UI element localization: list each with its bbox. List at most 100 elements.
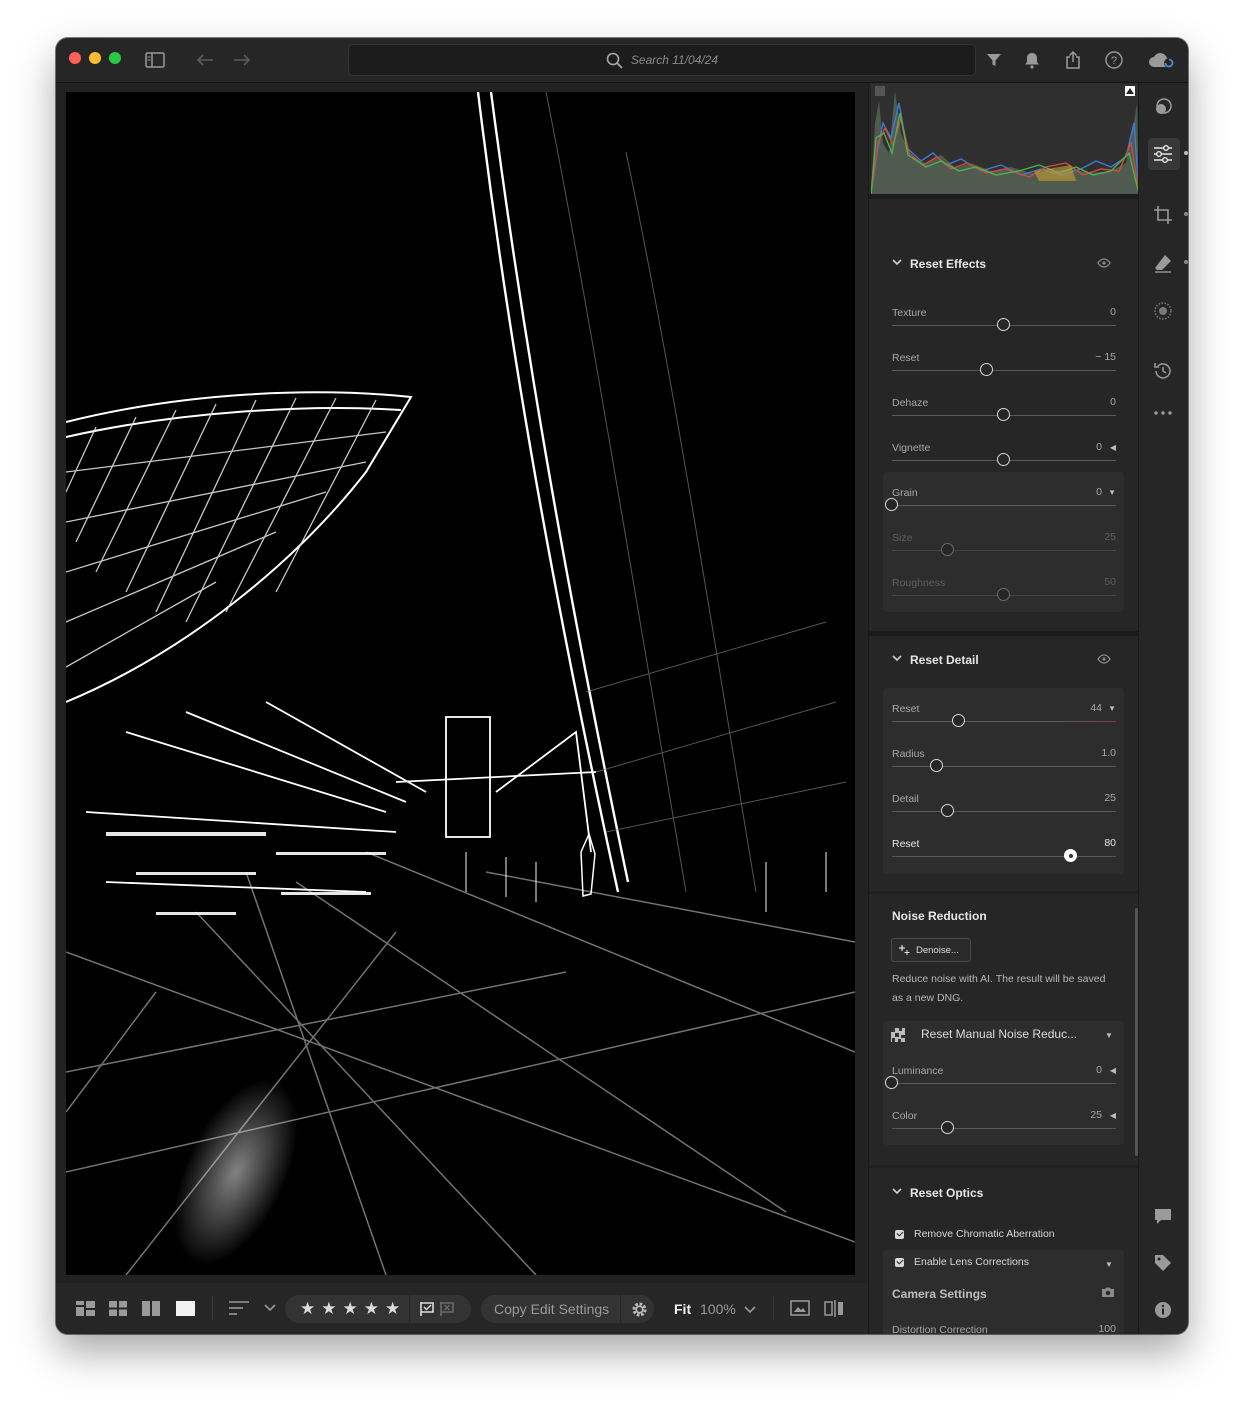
photo-canvas[interactable] [56,83,868,1283]
slider-value[interactable]: 0 [1096,1064,1102,1076]
slider-value[interactable]: 25 [1104,792,1116,804]
sort-icon[interactable] [228,1297,250,1319]
edit-sliders-icon[interactable] [1151,142,1175,166]
compare-view-icon[interactable] [140,1297,162,1319]
slider-handle[interactable] [997,408,1010,421]
slider-track[interactable] [892,550,1116,551]
photo-grid-view-icon[interactable] [74,1297,96,1319]
eraser-icon[interactable] [1151,251,1175,275]
info-icon[interactable] [1151,1298,1175,1322]
slider-handle[interactable] [941,543,954,556]
pick-flag-icon[interactable] [420,1302,435,1316]
detail-slider[interactable]: Detail 25 [892,792,1116,833]
reset-slider[interactable]: Reset 80 [892,837,1116,878]
slider-track[interactable] [892,505,1116,506]
reset-slider[interactable]: Reset 44 ▼ [892,702,1116,743]
highlight-clipping-toggle[interactable] [1125,86,1135,96]
effects-section-header[interactable]: Reset Effects [869,255,1139,273]
slider-track[interactable] [892,856,1116,857]
forward-arrow-icon[interactable] [229,48,255,72]
slider-handle[interactable] [997,453,1010,466]
detail-view-icon[interactable] [174,1297,196,1319]
camera-icon[interactable] [1101,1287,1115,1298]
texture-slider[interactable]: Texture 0 [892,306,1116,347]
slider-value[interactable]: 0 [1096,486,1102,498]
luminance-slider[interactable]: Luminance 0 ◀ [885,1064,1116,1105]
slider-value[interactable]: 0 [1110,306,1116,318]
shadow-clipping-toggle[interactable] [875,86,885,96]
slider-value[interactable]: 25 [1090,1109,1102,1121]
slider-handle[interactable] [885,498,898,511]
slider-track[interactable] [892,766,1116,767]
slider-track[interactable] [892,1083,1116,1084]
size-slider[interactable]: Size 25 [892,531,1116,572]
cloud-sync-icon[interactable] [1146,48,1178,72]
visibility-eye-icon[interactable] [1097,258,1111,268]
slider-track[interactable] [892,1128,1116,1129]
share-icon[interactable] [1060,48,1086,72]
close-window-button[interactable] [69,52,81,64]
manual-noise-dropdown-icon[interactable]: ▼ [1105,1031,1113,1040]
reject-flag-icon[interactable] [440,1302,455,1316]
roughness-slider[interactable]: Roughness 50 [892,576,1116,617]
copy-edit-settings-button[interactable]: Copy Edit Settings [494,1301,609,1317]
distortion-correction-slider[interactable]: Distortion Correction 100 [892,1323,1116,1334]
square-grid-view-icon[interactable] [107,1297,129,1319]
slider-handle[interactable] [980,363,994,376]
slider-track[interactable] [892,811,1116,812]
grain-slider[interactable]: Grain 0 ▼ [885,486,1116,527]
tag-icon[interactable] [1151,1251,1175,1275]
slider-handle[interactable] [997,318,1010,331]
collapse-left-icon[interactable]: ◀ [1110,1111,1116,1120]
star-3[interactable]: ★ [343,1299,358,1319]
slider-value[interactable]: − 15 [1095,351,1116,363]
back-arrow-icon[interactable] [192,48,218,72]
slider-value[interactable]: 25 [1104,531,1116,543]
minimize-window-button[interactable] [89,52,101,64]
help-icon[interactable]: ? [1101,48,1127,72]
split-compare-icon[interactable] [823,1297,845,1319]
filter-icon[interactable] [981,48,1007,72]
copy-settings-gear-icon[interactable] [631,1301,648,1318]
remove-chromatic-aberration-checkbox[interactable]: Remove Chromatic Aberration [895,1228,1055,1240]
notifications-bell-icon[interactable] [1019,48,1045,72]
vignette-slider[interactable]: Vignette 0 ◀ [892,441,1116,482]
detail-section-header[interactable]: Reset Detail [869,651,1139,669]
dehaze-slider[interactable]: Dehaze 0 [892,396,1116,437]
slider-value[interactable]: 50 [1104,576,1116,588]
star-rating[interactable]: ★ ★ ★ ★ ★ [297,1299,403,1319]
more-icon[interactable] [1151,401,1175,425]
slider-value[interactable]: 80 [1104,837,1116,849]
slider-track[interactable] [892,370,1116,371]
slider-value[interactable]: 44 [1090,702,1102,714]
star-4[interactable]: ★ [364,1299,379,1319]
optics-section-header[interactable]: Reset Optics [869,1184,1139,1202]
manual-noise-title[interactable]: Reset Manual Noise Reduc... [921,1027,1077,1041]
reset-slider[interactable]: Reset − 15 [892,351,1116,392]
slider-handle[interactable] [885,1076,898,1089]
dropdown-chevron-icon[interactable]: ▼ [1108,488,1116,497]
fit-zoom-button[interactable]: Fit [674,1301,691,1317]
slider-value[interactable]: 100 [1098,1323,1116,1334]
zoom-dropdown-chevron-icon[interactable] [742,1299,758,1321]
slider-track[interactable] [892,721,1116,722]
slider-handle[interactable] [952,714,966,727]
star-2[interactable]: ★ [321,1299,336,1319]
history-icon[interactable] [1151,359,1175,383]
slider-handle[interactable] [941,1121,954,1134]
dropdown-chevron-icon[interactable]: ▼ [1108,704,1116,713]
enable-lens-corrections-checkbox[interactable]: Enable Lens Corrections [895,1256,1029,1268]
slider-handle[interactable] [941,804,954,817]
lens-corrections-dropdown-icon[interactable]: ▼ [1105,1260,1113,1269]
slider-value[interactable]: 0 [1110,396,1116,408]
slider-handle[interactable] [1064,849,1078,862]
color-slider[interactable]: Color 25 ◀ [892,1109,1116,1150]
collapse-left-icon[interactable]: ◀ [1110,1066,1116,1075]
visibility-eye-icon[interactable] [1097,654,1111,664]
before-after-icon[interactable] [789,1297,811,1319]
sidebar-toggle-icon[interactable] [142,48,168,72]
crop-icon[interactable] [1151,203,1175,227]
comment-icon[interactable] [1151,1204,1175,1228]
search-input[interactable]: Search 11/04/24 [348,44,976,76]
slider-handle[interactable] [997,588,1010,601]
